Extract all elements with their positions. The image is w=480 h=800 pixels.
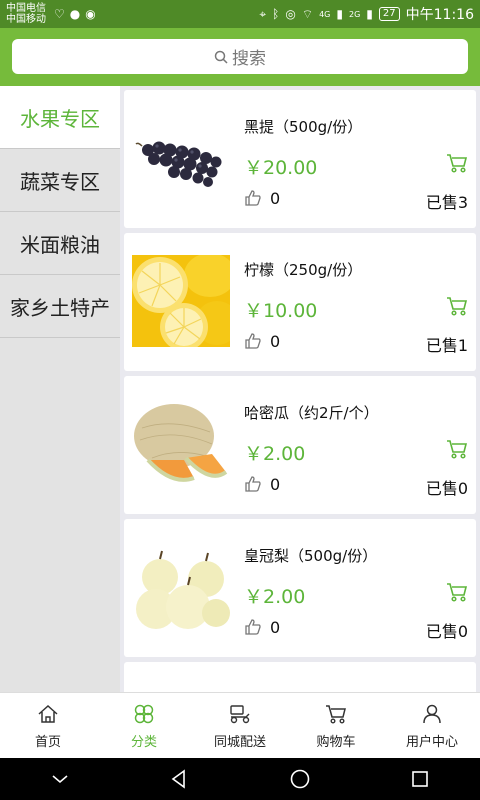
signal-icon: ▮ (336, 7, 343, 21)
product-name: 黑提（500g/份） (244, 118, 363, 136)
search-icon (214, 50, 228, 64)
category-vegetables[interactable]: 蔬菜专区 (0, 149, 120, 212)
product-card[interactable] (124, 662, 476, 692)
like-count: 0 (270, 332, 281, 351)
tab-label: 分类 (130, 735, 157, 750)
thumbs-up-icon[interactable] (244, 475, 262, 493)
like-count: 0 (270, 475, 281, 494)
home-button-icon[interactable] (289, 768, 311, 790)
thumbs-up-icon[interactable] (244, 332, 262, 350)
clock: 中午11:16 (405, 7, 474, 23)
category-icon (134, 704, 154, 724)
user-icon (423, 704, 441, 724)
add-to-cart-icon[interactable] (446, 295, 468, 317)
wifi-icon: ⌔ (301, 6, 314, 21)
hide-keyboard-icon[interactable] (50, 772, 70, 786)
carrier-1: 中国电信 (6, 3, 46, 14)
product-price: ￥2.00 (244, 586, 306, 608)
sold-count: 已售1 (425, 336, 468, 355)
signal-icon-2: ▮ (366, 7, 373, 21)
product-card[interactable]: 哈密瓜（约2斤/个） ￥2.00 0 已售0 (124, 376, 476, 514)
network-2: 2G (349, 9, 361, 19)
category-fruit[interactable]: 水果专区 (0, 86, 120, 149)
product-card[interactable]: 柠檬（250g/份） ￥10.00 0 已售1 (124, 233, 476, 371)
product-name: 柠檬（250g/份） (244, 261, 363, 279)
product-price: ￥10.00 (244, 300, 318, 322)
thumbs-up-icon[interactable] (244, 189, 262, 207)
tab-label: 购物车 (316, 735, 356, 750)
tab-category[interactable]: 分类 (96, 693, 192, 758)
add-to-cart-icon[interactable] (446, 152, 468, 174)
category-sidebar: 水果专区 蔬菜专区 米面粮油 家乡土特产 (0, 86, 120, 692)
system-icons: ⌖ ᛒ ◎ ⌔ 4G ▮ 2G ▮ 27 中午11:16 (259, 4, 474, 24)
like-count: 0 (270, 618, 281, 637)
product-name: 哈密瓜（约2斤/个） (244, 404, 379, 422)
sold-count: 已售0 (425, 479, 468, 498)
lemons-image (132, 255, 230, 347)
location-icon: ⌖ (259, 6, 267, 21)
product-list: 黑提（500g/份） ￥20.00 0 已售3 柠檬（250g/份） ￥10.0… (120, 86, 480, 692)
pears-image (132, 541, 230, 633)
delivery-icon (230, 705, 250, 724)
tab-home[interactable]: 首页 (0, 693, 96, 758)
category-local-specialty[interactable]: 家乡土特产 (0, 275, 120, 338)
network-1: 4G (319, 9, 331, 19)
cart-icon (326, 705, 346, 724)
search-input[interactable]: 搜索 (12, 39, 468, 74)
grapes-image (132, 112, 230, 204)
status-bar: 中国电信 中国移动 ♡ ● ◉ ⌖ ᛒ ◎ ⌔ 4G ▮ 2G ▮ 27 中午1… (0, 0, 480, 28)
home-icon (38, 704, 58, 723)
add-to-cart-icon[interactable] (446, 581, 468, 603)
product-card[interactable]: 黑提（500g/份） ￥20.00 0 已售3 (124, 90, 476, 228)
notification-icons: ♡ ● ◉ (54, 7, 96, 21)
sold-count: 已售3 (425, 193, 468, 212)
app-icon: ◉ (85, 7, 96, 21)
tab-label: 用户中心 (405, 735, 458, 750)
header: 搜索 (0, 28, 480, 86)
like-count: 0 (270, 189, 281, 208)
category-grain-oil[interactable]: 米面粮油 (0, 212, 120, 275)
tab-label: 同城配送 (213, 735, 266, 750)
product-price: ￥20.00 (244, 157, 318, 179)
tab-cart[interactable]: 购物车 (288, 693, 384, 758)
back-icon[interactable] (169, 769, 189, 789)
product-price: ￥2.00 (244, 443, 306, 465)
eye-icon: ◎ (285, 7, 296, 21)
thumbs-up-icon[interactable] (244, 618, 262, 636)
carrier-info: 中国电信 中国移动 (6, 3, 46, 25)
carrier-2: 中国移动 (6, 14, 46, 25)
product-card[interactable]: 皇冠梨（500g/份） ￥2.00 0 已售0 (124, 519, 476, 657)
tab-delivery[interactable]: 同城配送 (192, 693, 288, 758)
recents-icon[interactable] (410, 769, 430, 789)
heart-monitor-icon: ♡ (54, 7, 65, 21)
sold-count: 已售0 (425, 622, 468, 641)
product-name: 皇冠梨（500g/份） (244, 547, 378, 565)
tab-user-center[interactable]: 用户中心 (384, 693, 480, 758)
system-nav-bar (0, 758, 480, 800)
bottom-tab-bar: 首页 分类 同城配送 购物车 用户中心 (0, 692, 480, 758)
melon-image (132, 398, 230, 490)
tab-label: 首页 (34, 735, 61, 750)
add-to-cart-icon[interactable] (446, 438, 468, 460)
search-placeholder: 搜索 (232, 49, 266, 69)
bluetooth-icon: ᛒ (272, 7, 280, 21)
battery-icon: 27 (378, 7, 400, 21)
chat-icon: ● (69, 7, 81, 21)
